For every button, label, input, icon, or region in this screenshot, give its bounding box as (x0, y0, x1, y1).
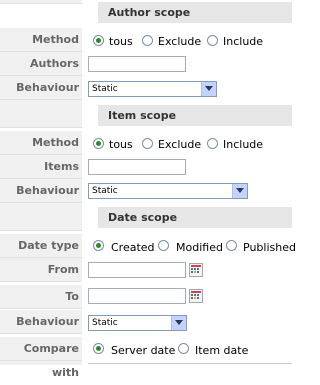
from-date-input[interactable] (88, 262, 186, 278)
compare-item-date-radio[interactable] (178, 343, 189, 354)
author-behaviour-value: Static (92, 84, 118, 94)
date-type-published-radio[interactable] (226, 240, 237, 251)
label-cell-item-gap (0, 100, 82, 128)
calendar-icon[interactable] (189, 289, 203, 303)
items-label: Items (0, 155, 82, 179)
author-behaviour-label: Behaviour (0, 76, 82, 100)
chevron-down-icon[interactable] (201, 82, 216, 96)
to-date-input[interactable] (88, 288, 186, 304)
bottom-divider (88, 363, 292, 364)
label-cell-top (0, 0, 82, 4)
author-method-exclude-radio[interactable] (142, 35, 153, 46)
date-type-created-radio[interactable] (93, 240, 104, 251)
date-behaviour-value: Static (92, 318, 118, 328)
from-label: From (0, 258, 82, 282)
item-method-exclude-label: Exclude (158, 138, 202, 151)
date-type-created-label: Created (111, 241, 155, 254)
item-behaviour-label: Behaviour (0, 179, 82, 203)
item-method-include-label: Include (223, 138, 264, 151)
label-cell-bottom (0, 361, 82, 365)
chevron-down-icon[interactable] (232, 184, 247, 198)
date-type-modified-label: Modified (176, 241, 223, 254)
author-method-tous-radio[interactable] (93, 35, 104, 46)
date-behaviour-select[interactable]: Static (88, 315, 187, 331)
calendar-icon[interactable] (189, 263, 203, 277)
author-behaviour-select[interactable]: Static (88, 81, 217, 97)
item-method-tous-label: tous (109, 138, 133, 151)
item-method-exclude-radio[interactable] (142, 138, 153, 149)
chevron-down-icon[interactable] (171, 316, 186, 330)
author-method-include-radio[interactable] (207, 35, 218, 46)
item-method-label: Method (0, 131, 82, 155)
compare-server-date-label: Server date (111, 344, 176, 357)
section-header-author-scope: Author scope (98, 2, 292, 23)
date-type-published-label: Published (243, 241, 296, 254)
author-method-include-label: Include (223, 35, 264, 48)
author-method-label: Method (0, 28, 82, 52)
item-behaviour-select[interactable]: Static (88, 183, 248, 199)
section-header-date-scope: Date scope (98, 207, 292, 228)
scope-settings-panel: Author scope Method tous Exclude Include… (0, 0, 296, 379)
item-behaviour-value: Static (92, 186, 118, 196)
label-cell-date-gap (0, 203, 82, 231)
item-method-tous-radio[interactable] (93, 138, 104, 149)
item-method-include-radio[interactable] (207, 138, 218, 149)
items-input[interactable] (88, 159, 186, 175)
compare-server-date-radio[interactable] (93, 343, 104, 354)
author-method-tous-label: tous (109, 35, 133, 48)
section-header-item-scope: Item scope (98, 105, 292, 126)
compare-item-date-label: Item date (195, 344, 249, 357)
date-type-label: Date type (0, 234, 82, 258)
authors-input[interactable] (88, 56, 186, 72)
author-method-exclude-label: Exclude (158, 35, 202, 48)
compare-with-label: Compare with (0, 337, 82, 379)
date-behaviour-label: Behaviour (0, 310, 82, 334)
authors-label: Authors (0, 52, 82, 76)
date-type-modified-radio[interactable] (158, 240, 169, 251)
to-label: To (0, 285, 82, 309)
